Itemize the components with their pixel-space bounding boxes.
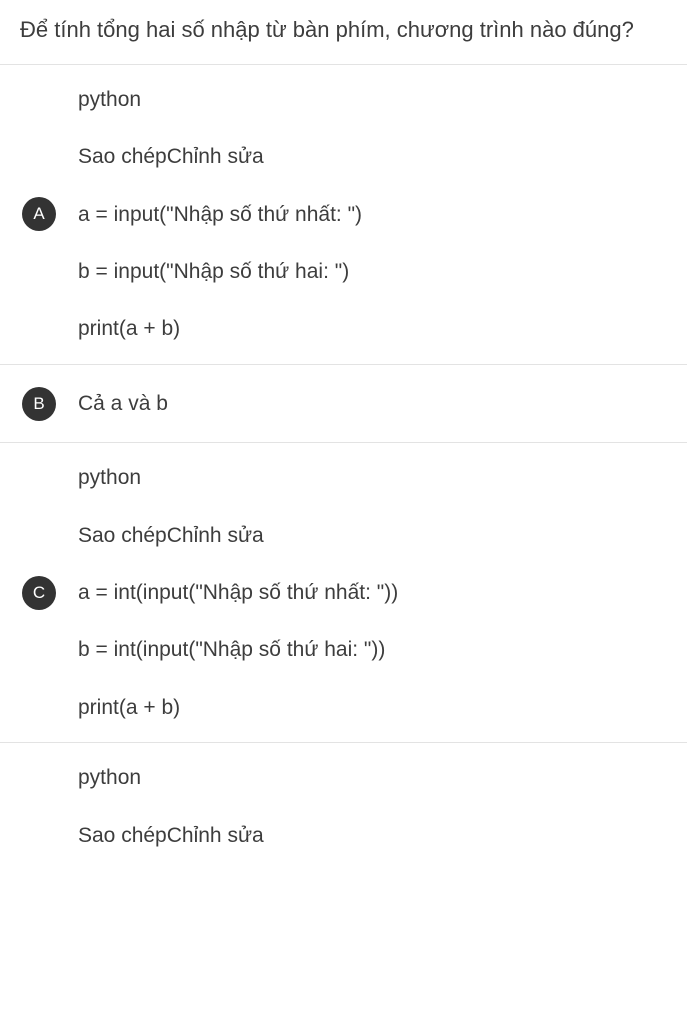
option-b-content: Cả a và b bbox=[78, 365, 687, 442]
option-a-line-2: a = input("Nhập số thứ nhất: ") bbox=[78, 200, 667, 229]
option-d-content: python Sao chépChỉnh sửa bbox=[78, 743, 687, 866]
option-c-content: python Sao chépChỉnh sửa a = int(input("… bbox=[78, 443, 687, 742]
option-b-badge-col: B bbox=[0, 387, 78, 421]
option-a-content: python Sao chépChỉnh sửa a = input("Nhập… bbox=[78, 65, 687, 364]
option-a-badge-col: A bbox=[0, 197, 78, 231]
option-c-line-0: python bbox=[78, 463, 667, 492]
option-c-line-3: b = int(input("Nhập số thứ hai: ")) bbox=[78, 635, 667, 664]
option-c-badge-col: C bbox=[0, 576, 78, 610]
option-c-line-1: Sao chépChỉnh sửa bbox=[78, 521, 667, 550]
option-c-line-2: a = int(input("Nhập số thứ nhất: ")) bbox=[78, 578, 667, 607]
option-c-badge: C bbox=[22, 576, 56, 610]
option-a-badge: A bbox=[22, 197, 56, 231]
option-d-line-1: Sao chépChỉnh sửa bbox=[78, 821, 667, 847]
option-a-line-0: python bbox=[78, 85, 667, 114]
option-c[interactable]: C python Sao chépChỉnh sửa a = int(input… bbox=[0, 443, 687, 743]
option-a-line-4: print(a + b) bbox=[78, 314, 667, 343]
option-b[interactable]: B Cả a và b bbox=[0, 365, 687, 443]
option-b-badge: B bbox=[22, 387, 56, 421]
option-a-line-1: Sao chépChỉnh sửa bbox=[78, 142, 667, 171]
option-d-line-0: python bbox=[78, 763, 667, 792]
option-c-line-4: print(a + b) bbox=[78, 693, 667, 722]
option-a[interactable]: A python Sao chépChỉnh sửa a = input("Nh… bbox=[0, 65, 687, 365]
option-d[interactable]: python Sao chépChỉnh sửa bbox=[0, 743, 687, 866]
option-a-line-3: b = input("Nhập số thứ hai: ") bbox=[78, 257, 667, 286]
question-text: Để tính tổng hai số nhập từ bàn phím, ch… bbox=[0, 0, 687, 65]
